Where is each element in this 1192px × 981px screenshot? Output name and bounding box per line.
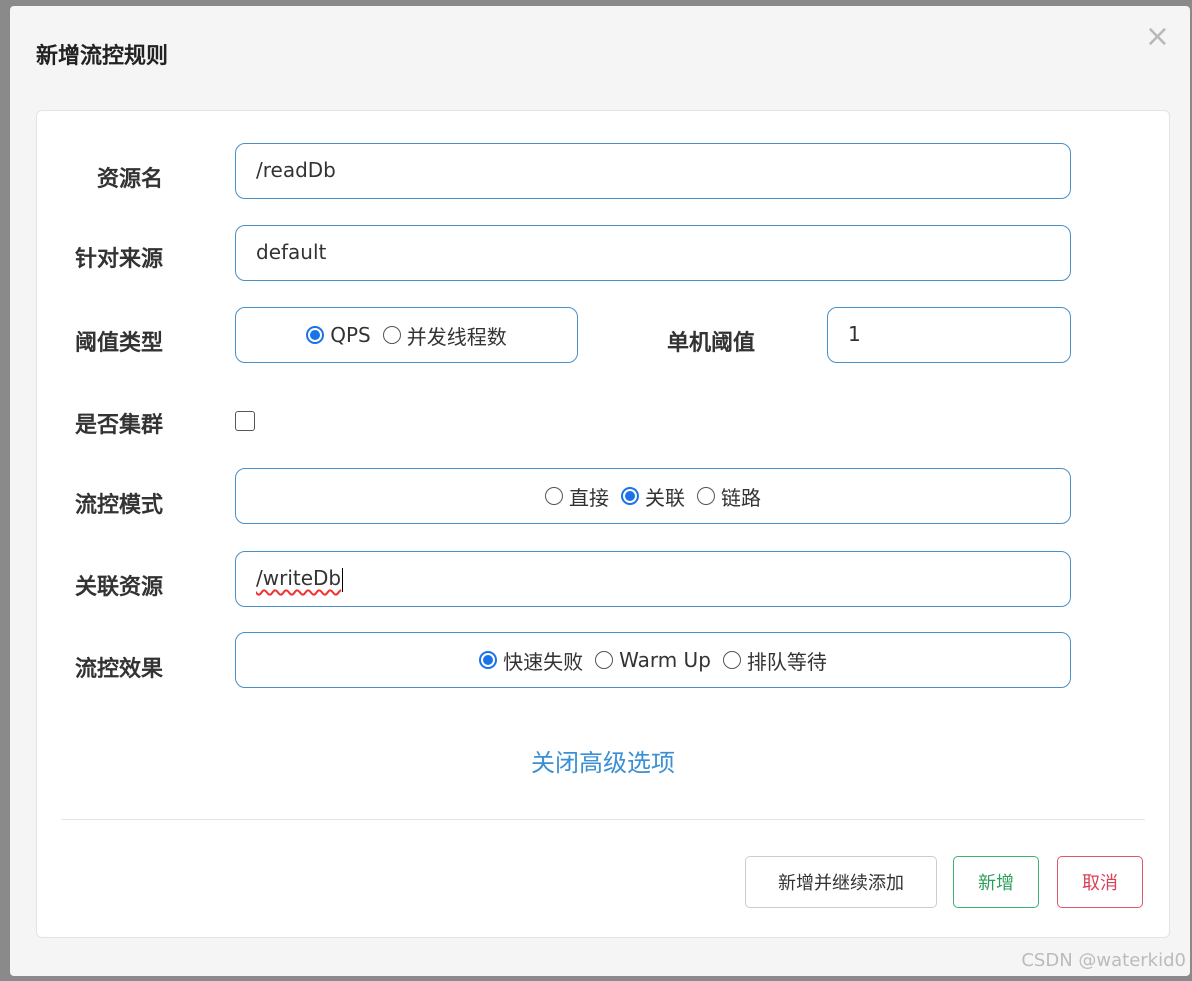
grade-qps-label: QPS: [330, 323, 371, 347]
behavior-queue-label: 排队等待: [746, 649, 827, 674]
threshold-input[interactable]: 1: [827, 307, 1071, 363]
behavior-warm-up-radio[interactable]: Warm Up: [595, 648, 711, 672]
radio-unchecked-icon: [722, 651, 741, 669]
cluster-checkbox[interactable]: [235, 411, 255, 431]
cancel-button[interactable]: 取消: [1057, 856, 1143, 908]
ref-resource-input[interactable]: /writeDb: [235, 551, 1071, 607]
grade-thread-radio[interactable]: 并发线程数: [382, 321, 507, 350]
grade-radio-group: QPS 并发线程数: [235, 307, 578, 363]
close-icon[interactable]: ×: [1145, 22, 1170, 52]
grade-thread-label: 并发线程数: [406, 324, 507, 349]
behavior-label: 流控效果: [75, 657, 164, 682]
footer-divider: [61, 819, 1145, 820]
strategy-label: 流控模式: [75, 493, 164, 518]
threshold-label: 单机阈值: [667, 331, 756, 356]
add-flow-rule-dialog: 新增流控规则 × 资源名 /readDb 针对来源 default 阈值类型 Q…: [10, 6, 1190, 976]
radio-checked-icon: [621, 487, 639, 505]
radio-unchecked-icon: [697, 487, 715, 505]
strategy-chain-radio[interactable]: 链路: [697, 482, 761, 511]
behavior-radio-group: 快速失败 Warm Up 排队等待: [235, 632, 1071, 688]
close-advanced-options-link[interactable]: 关闭高级选项: [37, 743, 1169, 778]
strategy-direct-label: 直接: [569, 485, 609, 510]
grade-qps-radio[interactable]: QPS: [306, 323, 371, 347]
radio-checked-icon: [306, 326, 325, 344]
limit-app-input[interactable]: default: [235, 225, 1071, 281]
strategy-radio-group: 直接 关联 链路: [235, 468, 1071, 524]
threshold-value: 1: [848, 322, 861, 346]
behavior-fast-fail-label: 快速失败: [503, 649, 584, 674]
form-panel: 资源名 /readDb 针对来源 default 阈值类型 QPS 并发线程数 …: [36, 110, 1170, 938]
resource-name-label: 资源名: [97, 167, 164, 192]
radio-checked-icon: [479, 651, 498, 669]
add-button[interactable]: 新增: [953, 856, 1039, 908]
strategy-relate-label: 关联: [645, 485, 685, 510]
grade-label: 阈值类型: [75, 331, 164, 356]
strategy-relate-radio[interactable]: 关联: [621, 482, 685, 511]
text-caret: [342, 567, 344, 592]
cluster-label: 是否集群: [75, 413, 164, 438]
behavior-queue-radio[interactable]: 排队等待: [722, 646, 827, 675]
ref-resource-value: /writeDb: [256, 566, 342, 590]
radio-unchecked-icon: [595, 651, 614, 669]
add-and-continue-button[interactable]: 新增并继续添加: [745, 856, 937, 908]
behavior-fast-fail-radio[interactable]: 快速失败: [479, 646, 583, 675]
strategy-chain-label: 链路: [721, 485, 761, 510]
watermark: CSDN @waterkid0: [1021, 950, 1186, 971]
limit-app-label: 针对来源: [75, 247, 164, 272]
radio-unchecked-icon: [545, 487, 563, 505]
ref-resource-label: 关联资源: [75, 575, 164, 600]
behavior-warm-up-label: Warm Up: [619, 648, 711, 672]
strategy-direct-radio[interactable]: 直接: [545, 482, 609, 511]
resource-name-value: /readDb: [256, 158, 336, 182]
limit-app-value: default: [256, 240, 327, 264]
dialog-title: 新增流控规则: [36, 44, 169, 69]
resource-name-input[interactable]: /readDb: [235, 143, 1071, 199]
radio-unchecked-icon: [382, 326, 401, 344]
